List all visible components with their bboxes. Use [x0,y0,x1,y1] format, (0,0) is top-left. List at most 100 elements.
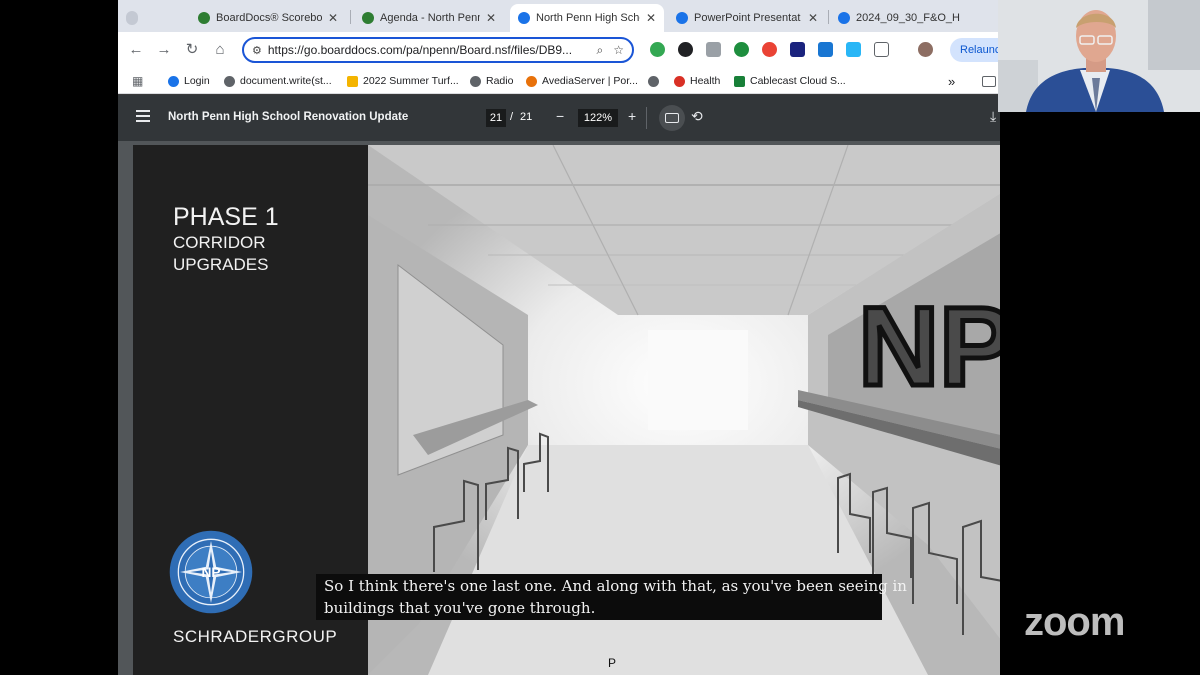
globe-icon [224,75,235,87]
caption-line-1: So I think there's one last one. And alo… [324,577,907,595]
globe-icon [470,75,481,87]
bookmark-health[interactable]: Health [674,73,720,89]
caption-line-2: buildings that you've gone through. [324,599,596,617]
cablecast-icon [734,75,745,87]
fit-page-icon [665,113,679,123]
site-settings-icon[interactable]: ⚙ [252,44,262,57]
bookmark-star-icon[interactable]: ☆ [613,43,624,57]
bookmark-label: 2022 Summer Turf... [363,75,459,87]
zoom-out-icon[interactable]: − [556,108,564,124]
close-icon[interactable]: ✕ [486,11,496,25]
north-penn-seal-logo: NP [169,530,253,614]
page-total: 21 [520,111,533,123]
bookmark-label: Health [690,75,721,87]
webcam-video-tile [998,0,1200,112]
page-separator: / [510,111,514,123]
pdf-toolbar: North Penn High School Renovation Update… [118,95,1000,141]
extension-icon-1[interactable] [650,42,665,57]
seal-letters: NP [201,565,220,580]
bookmark-avedia[interactable]: AvediaServer | Por... [526,73,638,89]
address-bar[interactable]: ⚙ https://go.boarddocs.com/pa/npenn/Boar… [242,37,634,63]
bookmarks-bar: ▦ Login document.write(st... 2022 Summer… [118,68,1000,94]
screen: BoardDocs® Scorebo ✕ Agenda - North Penn… [0,0,1200,675]
globe-icon [838,12,850,24]
bookmark-login[interactable]: Login [168,73,210,89]
folder-icon[interactable] [982,73,996,89]
tab-label: BoardDocs® Scorebo [216,12,322,24]
globe-icon [518,12,530,24]
forward-icon[interactable]: → [154,40,174,60]
tab-f-and-o[interactable]: 2024_09_30_F&O_H [830,4,1000,32]
toolbar-divider [646,107,647,129]
zoom-in-icon[interactable]: + [628,108,636,124]
tab-north-penn-pdf[interactable]: North Penn High Scho ✕ [510,4,664,32]
apps-grid-icon[interactable]: ▦ [132,73,143,89]
extension-icon-3[interactable] [706,42,721,57]
close-icon[interactable]: ✕ [808,11,818,25]
extension-icon-2[interactable] [678,42,693,57]
tree-icon [362,12,374,24]
presenter-video [998,0,1200,112]
tab-label: 2024_09_30_F&O_H [856,12,960,24]
back-icon[interactable]: ← [126,40,146,60]
bookmark-label: Login [184,75,210,87]
zoom-level-input[interactable]: 122% [578,109,618,127]
close-icon[interactable]: ✕ [328,11,338,25]
relaunch-button[interactable]: Relaunch [950,38,1000,62]
extension-icon-6[interactable] [790,42,805,57]
tab-divider [350,10,351,24]
tab-label: PowerPoint Presentat [694,12,801,24]
drive-icon [347,75,358,87]
closed-caption-box: So I think there's one last one. And alo… [316,574,907,620]
stray-letter: P [608,656,616,670]
download-icon[interactable]: ⤓ [990,108,996,125]
reload-icon[interactable]: ↻ [182,40,202,60]
zoom-lens-icon[interactable]: ⌕ [597,43,604,58]
globe-icon [676,12,688,24]
schradergroup-brand: SCHRADERGROUP [173,627,338,646]
slide-subtitle-line-2: UPGRADES [173,255,269,274]
menu-icon[interactable] [136,110,150,122]
bookmark-label: document.write(st... [240,75,332,87]
bookmark-label: Radio [486,75,514,87]
bookmark-label: Cablecast Cloud S... [750,75,846,87]
tab-agenda[interactable]: Agenda - North Penn ✕ [354,4,504,32]
tree-icon [198,12,210,24]
tab-label: North Penn High Scho [536,12,640,24]
zoom-watermark: zoom [1024,600,1125,644]
bookmark-radio[interactable]: Radio [470,73,513,89]
bookmark-globe[interactable] [648,73,664,89]
slide-title: PHASE 1 [173,203,279,231]
tab-label: Agenda - North Penn [380,12,480,24]
bookmarks-overflow-button[interactable]: » [948,73,955,89]
globe-icon [648,75,659,87]
health-icon [674,75,685,87]
bookmark-summer-turf[interactable]: 2022 Summer Turf... [347,73,459,89]
tab-strip: BoardDocs® Scorebo ✕ Agenda - North Penn… [118,0,1000,32]
tab-boarddocs[interactable]: BoardDocs® Scorebo ✕ [190,4,346,32]
browser-toolbar: ← → ↻ ⌂ ⚙ https://go.boarddocs.com/pa/np… [118,32,1000,68]
close-icon[interactable]: ✕ [646,11,656,25]
profile-avatar[interactable] [918,42,933,57]
tab-search-icon [126,11,138,25]
extension-icon-7[interactable] [818,42,833,57]
avedia-icon [526,75,537,87]
wall-np-logo: NP [858,284,1000,409]
extension-icon-4[interactable] [734,42,749,57]
url-text[interactable]: https://go.boarddocs.com/pa/npenn/Board.… [268,43,587,57]
bookmark-cablecast[interactable]: Cablecast Cloud S... [734,73,846,89]
pdf-title: North Penn High School Renovation Update [168,111,409,123]
page-number-input[interactable]: 21 [486,109,506,127]
fit-to-page-button[interactable] [659,105,685,131]
bookmark-label: AvediaServer | Por... [542,75,638,87]
extension-icon-5[interactable] [762,42,777,57]
tab-search-button[interactable] [118,4,146,32]
rotate-icon[interactable]: ⟲ [691,108,703,125]
tab-divider [828,10,829,24]
globe-icon [168,75,179,87]
extensions-puzzle-icon[interactable] [874,42,889,57]
tab-powerpoint[interactable]: PowerPoint Presentat ✕ [668,4,826,32]
extension-icon-8[interactable] [846,42,861,57]
bookmark-document-write[interactable]: document.write(st... [224,73,332,89]
home-icon[interactable]: ⌂ [210,40,230,60]
